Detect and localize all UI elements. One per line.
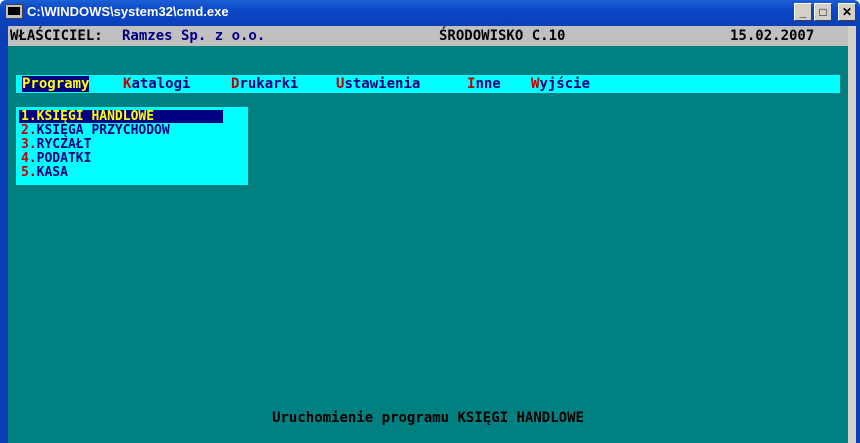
menu-item-drukarki[interactable]: Drukarki — [231, 76, 298, 92]
menu-item-katalogi[interactable]: Katalogi — [123, 76, 190, 92]
cmd-icon[interactable] — [5, 4, 23, 19]
menu-item-programy[interactable]: Programy — [22, 76, 90, 92]
window-frame-left — [0, 26, 8, 443]
menu-item-wyjscie[interactable]: Wyjście — [531, 76, 590, 92]
owner-name: Ramzes Sp. z o.o. — [122, 28, 266, 44]
program-item-kasa[interactable]: 5.KASA — [21, 166, 68, 179]
program-item-ksiegi-handlowe[interactable]: 1.KSIĘGI HANDLOWE — [19, 110, 223, 123]
owner-label: WŁAŚCICIEL: — [10, 28, 103, 44]
program-item-podatki[interactable]: 4.PODATKI — [21, 152, 91, 165]
programs-submenu: 1.KSIĘGI HANDLOWE 2.KSIĘGA PRZYCHODÓW 3.… — [16, 107, 248, 185]
main-menu: Programy Katalogi Drukarki Ustawienia In… — [16, 75, 840, 93]
menu-item-inne[interactable]: Inne — [467, 76, 501, 92]
window-frame-right — [856, 26, 860, 443]
window-controls: _ □ ✕ — [794, 3, 856, 21]
window-title: C:\WINDOWS\system32\cmd.exe — [27, 4, 229, 19]
environment-label: ŚRODOWISKO C.10 — [439, 28, 566, 44]
maximize-button[interactable]: □ — [814, 3, 832, 21]
header-bar: WŁAŚCICIEL: Ramzes Sp. z o.o. ŚRODOWISKO… — [8, 26, 848, 46]
minimize-button[interactable]: _ — [794, 3, 812, 21]
console-area[interactable]: WŁAŚCICIEL: Ramzes Sp. z o.o. ŚRODOWISKO… — [8, 26, 848, 443]
close-button[interactable]: ✕ — [838, 3, 856, 21]
status-line: Uruchomienie programu KSIĘGI HANDLOWE — [272, 410, 584, 426]
window-titlebar: C:\WINDOWS\system32\cmd.exe _ □ ✕ — [0, 0, 860, 26]
vertical-scrollbar[interactable] — [848, 26, 856, 443]
program-item-ryczalt[interactable]: 3.RYCZAŁT — [21, 138, 91, 151]
date-label: 15.02.2007 — [730, 28, 815, 44]
program-item-ksiega-przychodow[interactable]: 2.KSIĘGA PRZYCHODÓW — [21, 124, 170, 137]
menu-item-ustawienia[interactable]: Ustawienia — [336, 76, 420, 92]
